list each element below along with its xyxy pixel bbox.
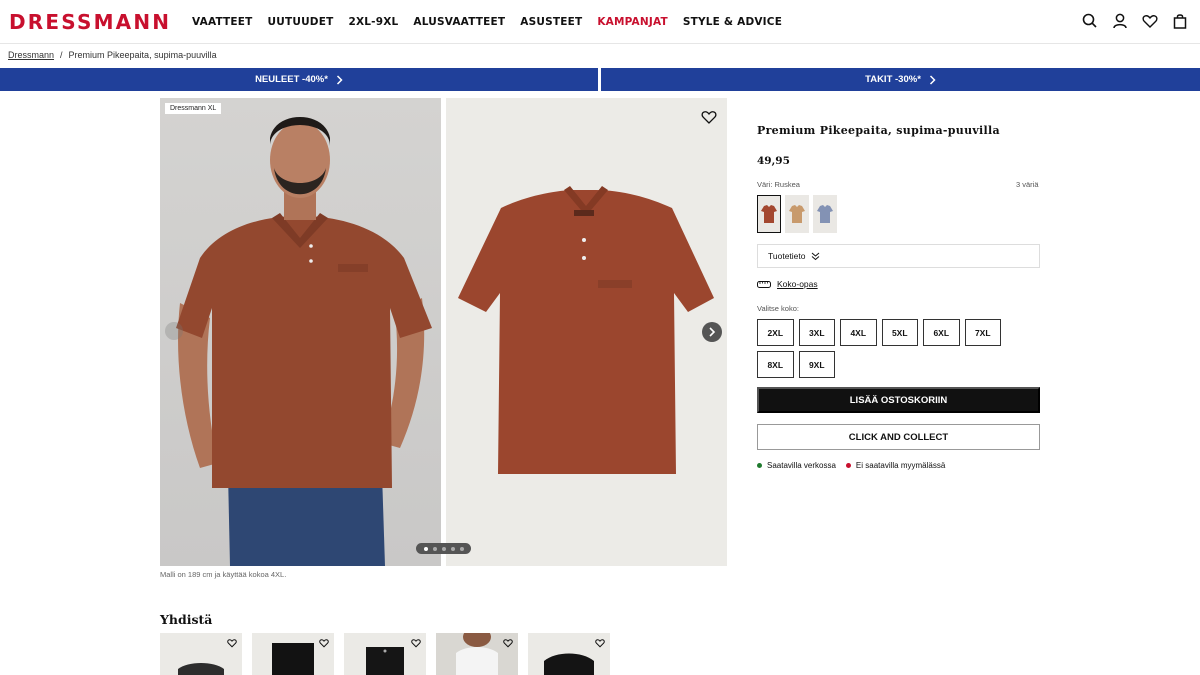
dressmann-xl-badge: Dressmann XL: [165, 103, 222, 114]
chevron-right-icon: [709, 327, 716, 337]
breadcrumb-separator: /: [60, 50, 63, 60]
combine-product-card[interactable]: [436, 633, 518, 675]
add-to-wishlist-button[interactable]: [701, 109, 717, 125]
heart-icon[interactable]: [595, 638, 605, 648]
heart-icon: [701, 111, 717, 124]
color-swatches: [757, 195, 837, 233]
user-icon[interactable]: [1112, 12, 1128, 30]
shirt-thumb-icon: [789, 205, 805, 223]
size-option-7xl[interactable]: 7XL: [964, 319, 1001, 346]
combine-product-card[interactable]: [252, 633, 334, 675]
shirt-illustration: [458, 186, 714, 474]
nav-item-kampanjat[interactable]: KAMPANJAT: [597, 16, 668, 28]
nav-item-alusvaatteet[interactable]: ALUSVAATTEET: [413, 16, 505, 28]
nav-item-2xl-9xl[interactable]: 2XL-9XL: [348, 16, 398, 28]
color-swatch-beige[interactable]: [785, 195, 809, 233]
combine-product-card[interactable]: [344, 633, 426, 675]
nav-item-asusteet[interactable]: ASUSTEET: [520, 16, 582, 28]
promo-banner-neuleet[interactable]: NEULEET -40%*: [0, 68, 598, 91]
size-guide-link[interactable]: Koko-opas: [777, 279, 818, 289]
dressmann-logo[interactable]: DRESSMANN: [9, 10, 171, 34]
availability: Saatavilla verkossa Ei saatavilla myymäl…: [757, 461, 945, 470]
header-actions: [1082, 12, 1188, 30]
gallery-next-button[interactable]: [702, 322, 722, 342]
add-to-cart-button[interactable]: LISÄÄ OSTOSKORIIN: [757, 387, 1040, 413]
combine-section-title: Yhdistä: [160, 612, 213, 627]
availability-online: Saatavilla verkossa: [757, 461, 836, 470]
size-option-8xl[interactable]: 8XL: [757, 351, 794, 378]
heart-icon[interactable]: [503, 638, 513, 648]
size-option-4xl[interactable]: 4XL: [840, 319, 877, 346]
status-dot-red: [845, 463, 851, 468]
chevron-right-icon: [929, 74, 936, 85]
click-and-collect-button[interactable]: CLICK AND COLLECT: [757, 424, 1040, 450]
size-option-2xl[interactable]: 2XL: [757, 319, 794, 346]
product-info-accordion[interactable]: Tuotetieto: [757, 244, 1040, 268]
bag-icon[interactable]: [1172, 12, 1188, 30]
size-guide: Koko-opas: [757, 279, 818, 289]
main-nav: VAATTEET UUTUUDET 2XL-9XL ALUSVAATTEET A…: [192, 0, 797, 44]
shirt-thumb-icon: [817, 205, 833, 223]
size-option-5xl[interactable]: 5XL: [881, 319, 918, 346]
promo-banner-takit[interactable]: TAKIT -30%*: [601, 68, 1200, 91]
size-option-9xl[interactable]: 9XL: [798, 351, 835, 378]
heart-icon[interactable]: [319, 638, 329, 648]
heart-icon[interactable]: [411, 638, 421, 648]
chevron-right-icon: [336, 74, 343, 85]
gallery-dot[interactable]: [459, 546, 464, 551]
product-image-flat[interactable]: [446, 98, 727, 566]
color-swatch-blue[interactable]: [813, 195, 837, 233]
breadcrumb: Dressmann / Premium Pikeepaita, supima-p…: [8, 50, 217, 60]
gallery-dot[interactable]: [441, 546, 446, 551]
color-swatch-ruskea[interactable]: [757, 195, 781, 233]
site-header: DRESSMANN VAATTEET UUTUUDET 2XL-9XL ALUS…: [0, 0, 1200, 44]
color-count: 3 väriä: [1016, 180, 1039, 189]
product-image-model[interactable]: Dressmann XL: [160, 98, 441, 566]
heart-icon[interactable]: [227, 638, 237, 648]
shirt-thumb-icon: [761, 205, 777, 223]
size-selector: 2XL 3XL 4XL 5XL 6XL 7XL 8XL 9XL: [757, 319, 1041, 378]
nav-item-uutuudet[interactable]: UUTUUDET: [268, 16, 334, 28]
gallery-dot[interactable]: [432, 546, 437, 551]
size-option-6xl[interactable]: 6XL: [923, 319, 960, 346]
nav-item-vaatteet[interactable]: VAATTEET: [192, 16, 253, 28]
double-chevron-down-icon: [811, 252, 819, 260]
heart-icon[interactable]: [1142, 12, 1158, 30]
accordion-label: Tuotetieto: [768, 251, 806, 261]
size-label: Valitse koko:: [757, 304, 799, 313]
model-caption: Malli on 189 cm ja käyttää kokoa 4XL.: [160, 570, 287, 579]
breadcrumb-current: Premium Pikeepaita, supima-puuvilla: [68, 50, 217, 60]
availability-online-text: Saatavilla verkossa: [767, 461, 836, 470]
combine-product-card[interactable]: [528, 633, 610, 675]
gallery-prev-button[interactable]: [165, 322, 183, 340]
product-price: 49,95: [757, 155, 790, 167]
ruler-icon: [757, 280, 771, 288]
combine-product-card[interactable]: [160, 633, 242, 675]
gallery-dot[interactable]: [450, 546, 455, 551]
combine-product-list: [160, 633, 610, 675]
color-label: Väri: Ruskea: [757, 180, 800, 189]
gallery-pagination[interactable]: [416, 543, 471, 554]
product-title: Premium Pikeepaita, supima-puuvilla: [757, 124, 1000, 137]
status-dot-green: [757, 463, 762, 468]
availability-store: Ei saatavilla myymälässä: [845, 461, 946, 470]
availability-store-text: Ei saatavilla myymälässä: [855, 461, 946, 470]
search-icon[interactable]: [1082, 12, 1098, 30]
breadcrumb-home[interactable]: Dressmann: [8, 50, 54, 60]
gallery-dot[interactable]: [423, 546, 428, 551]
promo-banner-label: NEULEET -40%*: [255, 74, 328, 85]
nav-item-style-advice[interactable]: STYLE & ADVICE: [683, 16, 782, 28]
promo-banner-label: TAKIT -30%*: [865, 74, 921, 85]
size-option-3xl[interactable]: 3XL: [798, 319, 835, 346]
model-illustration: [176, 117, 432, 566]
